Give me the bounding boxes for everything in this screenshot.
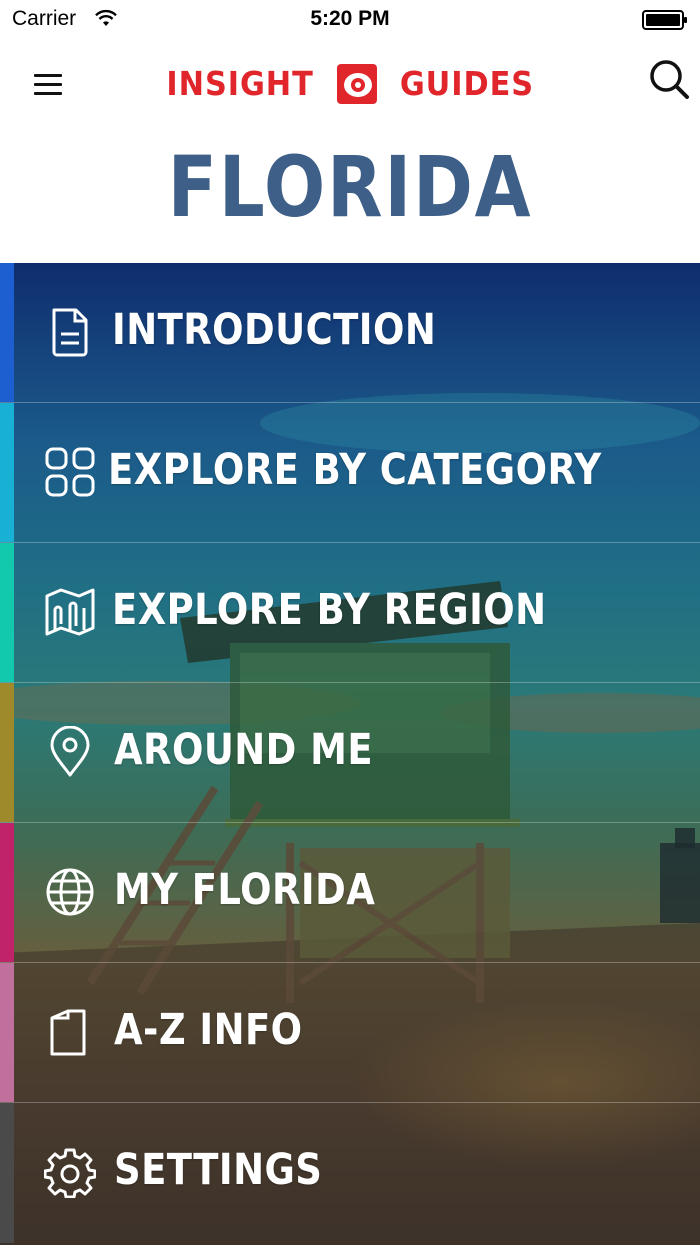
- menu-item-label: EXPLORE BY CATEGORY: [108, 445, 602, 495]
- menu-item-label: MY FLORIDA: [114, 865, 376, 915]
- menu-item-label: AROUND ME: [114, 725, 374, 775]
- menu-item-stripe: [0, 263, 14, 402]
- menu-item-stripe: [0, 1103, 14, 1243]
- map-icon: [45, 588, 95, 636]
- clock: 5:20 PM: [310, 7, 390, 30]
- status-bar: Carrier 5:20 PM: [0, 0, 700, 40]
- menu-item-around-me[interactable]: AROUND ME: [0, 683, 700, 823]
- battery-icon: [642, 10, 687, 30]
- app-header: INSIGHT GUIDES: [0, 40, 700, 130]
- menu-item-stripe: [0, 963, 14, 1102]
- brand-text-insight: INSIGHT: [166, 64, 315, 103]
- gear-icon: [44, 1148, 96, 1198]
- brand-text-guides: GUIDES: [399, 64, 534, 103]
- menu-item-label: INTRODUCTION: [112, 305, 437, 355]
- menu-item-label: SETTINGS: [114, 1145, 323, 1195]
- menu-item-my-florida[interactable]: MY FLORIDA: [0, 823, 700, 963]
- book-icon: [50, 1009, 86, 1056]
- menu-item-explore-by-category[interactable]: EXPLORE BY CATEGORY: [0, 403, 700, 543]
- globe-icon: [46, 868, 94, 916]
- menu-item-label: EXPLORE BY REGION: [112, 585, 547, 635]
- menu-item-explore-by-region[interactable]: EXPLORE BY REGION: [0, 543, 700, 683]
- page-title-text: FLORIDA: [167, 138, 533, 236]
- menu-item-stripe: [0, 403, 14, 542]
- menu-item-settings[interactable]: SETTINGS: [0, 1103, 700, 1243]
- search-icon[interactable]: [648, 58, 690, 100]
- menu-item-label: A-Z INFO: [114, 1005, 303, 1055]
- menu-item-introduction[interactable]: INTRODUCTION: [0, 263, 700, 403]
- menu-item-a-z-info[interactable]: A-Z INFO: [0, 963, 700, 1103]
- grid-icon: [45, 447, 95, 497]
- brand-logo: INSIGHT GUIDES: [0, 62, 700, 104]
- menu-item-stripe: [0, 823, 14, 962]
- page-title: FLORIDA: [0, 138, 700, 236]
- insight-guides-logo-icon: [337, 63, 378, 104]
- main-menu: INTRODUCTION EXPLORE BY CATEGORY EXPLORE…: [0, 263, 700, 1245]
- menu-item-stripe: [0, 683, 14, 822]
- menu-item-stripe: [0, 543, 14, 682]
- document-icon: [52, 308, 88, 357]
- location-pin-icon: [50, 726, 90, 777]
